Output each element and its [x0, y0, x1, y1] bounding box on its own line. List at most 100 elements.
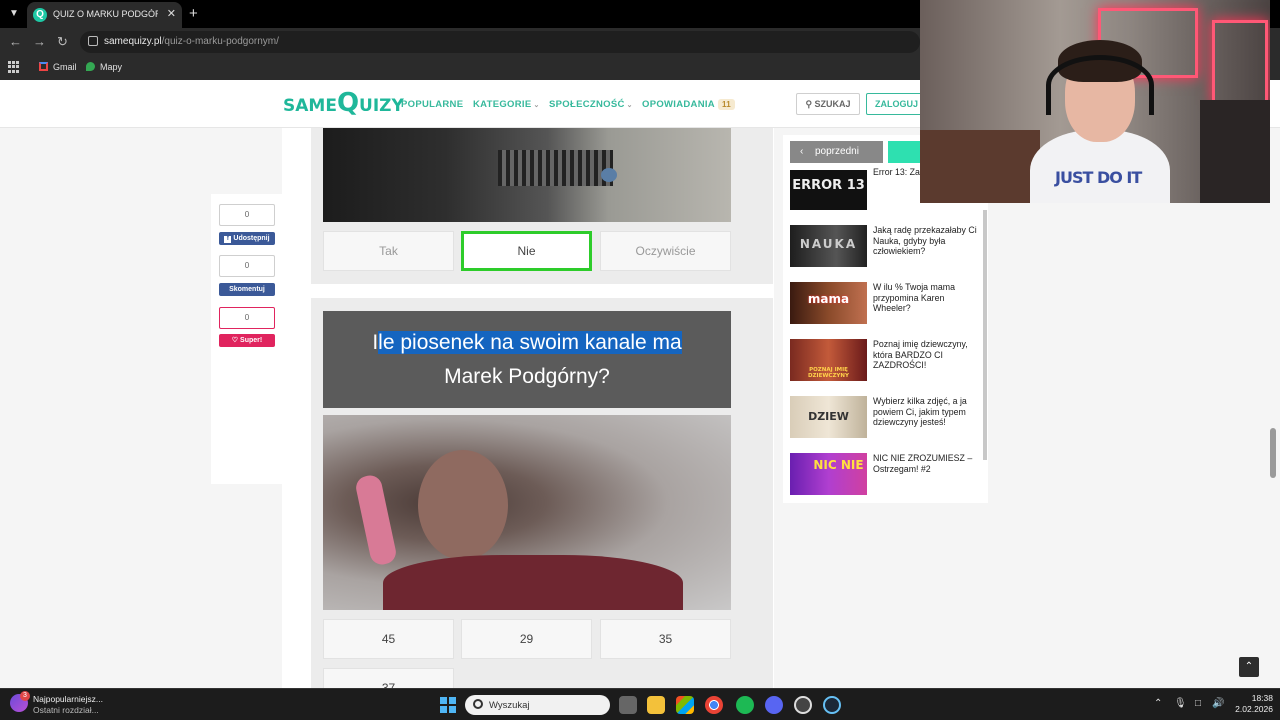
comment-button[interactable]: Skomentuj — [219, 283, 275, 296]
task-view-icon[interactable] — [619, 696, 637, 714]
question-2-image — [323, 415, 731, 610]
nav-popularne[interactable]: POPULARNE — [401, 99, 463, 110]
windows-start-icon[interactable] — [440, 697, 456, 713]
sidebar-scrollbar[interactable] — [983, 210, 987, 460]
quiz-thumbnail: mama — [790, 282, 867, 324]
thumb-label: NIC NIE — [813, 458, 864, 472]
clock-time: 18:38 — [1251, 693, 1273, 703]
taskbar-search-placeholder: Wyszukaj — [489, 700, 530, 711]
sidebar-item[interactable]: mama W ilu % Twoja mama przypomina Karen… — [790, 282, 980, 326]
microphone-icon[interactable]: 🎙 — [1174, 698, 1187, 709]
facebook-share-label: Udostępnij — [233, 235, 270, 242]
nav-spolecznosc[interactable]: SPOŁECZNOŚĆ ⌄ — [549, 99, 633, 110]
answer-tak[interactable]: Tak — [323, 231, 454, 271]
sidebar-item-title: NIC NIE ZROZUMIESZ – Ostrzegam! #2 — [873, 453, 973, 474]
sidebar-item[interactable]: POZNAJ IMIĘ DZIEWCZYNY Poznaj imię dziew… — [790, 339, 980, 383]
chevron-down-icon: ⌄ — [626, 102, 633, 109]
sidebar-item[interactable]: NIC NIE NIC NIE ZROZUMIESZ – Ostrzegam! … — [790, 453, 980, 497]
chrome-icon[interactable] — [705, 696, 723, 714]
volume-icon[interactable]: 🔊 — [1212, 698, 1224, 709]
nav-kategorie-label: KATEGORIE — [473, 99, 532, 110]
page-scrollbar-thumb[interactable] — [1270, 428, 1276, 478]
search-button[interactable]: ⚲ SZUKAJ — [796, 93, 860, 115]
webcam-neon-light — [1212, 20, 1268, 105]
webcam-shirt-logo: JUST DO IT — [1055, 168, 1142, 187]
thumb-label: POZNAJ IMIĘ DZIEWCZYNY — [807, 367, 850, 379]
forward-arrow-icon[interactable]: → — [33, 34, 46, 49]
clock-date: 2.02.2026 — [1235, 704, 1273, 714]
next-button[interactable] — [888, 141, 923, 163]
news-subtitle[interactable]: Ostatni rozdział... — [33, 705, 99, 715]
tab-title: QUIZ O MARKU PODGÓRNYM — [53, 9, 158, 19]
title-suffix: Marek Podgórny? — [444, 365, 610, 388]
super-button[interactable]: ♡ Super! — [219, 334, 275, 347]
sidebar-item[interactable]: NAUKA Jaką radę przekazałaby Ci Nauka, g… — [790, 225, 980, 269]
discord-icon[interactable] — [765, 696, 783, 714]
samequizy-favicon-icon: Q — [33, 8, 47, 22]
browser-tab[interactable]: Q QUIZ O MARKU PODGÓRNYM ✕ — [27, 2, 182, 28]
answer-35[interactable]: 35 — [600, 619, 731, 659]
sidebar-item-title: W ilu % Twoja mama przypomina Karen Whee… — [873, 282, 955, 313]
super-count: 0 — [219, 307, 275, 329]
url-domain: samequizy.pl — [104, 36, 162, 47]
samequizy-logo[interactable]: SAMEQUIZY — [283, 88, 404, 118]
sidebar-item-title: Wybierz kilka zdjęć, a ja powiem Ci, jak… — [873, 396, 967, 427]
question-2-title-box: Ile piosenek na swoim kanale ma Marek Pod… — [323, 311, 731, 408]
search-icon: ⚲ — [805, 99, 813, 109]
url-path: /quiz-o-marku-podgornym/ — [161, 36, 279, 47]
question-1-image — [323, 128, 731, 222]
answer-29[interactable]: 29 — [461, 619, 592, 659]
answer-nie-selected[interactable]: Nie — [461, 231, 592, 271]
chevron-down-icon: ⌄ — [533, 102, 540, 109]
url-field[interactable]: samequizy.pl/quiz-o-marku-podgornym/ — [80, 31, 920, 53]
answer-37[interactable]: 37 — [323, 668, 454, 688]
search-icon — [473, 699, 483, 709]
bookmark-mapy[interactable]: Mapy — [86, 62, 122, 72]
image-hand — [353, 473, 399, 567]
steam-icon[interactable] — [823, 696, 841, 714]
sidebar-item[interactable]: DZIEW Wybierz kilka zdjęć, a ja powiem C… — [790, 396, 980, 440]
facebook-icon: f — [224, 236, 232, 243]
back-arrow-icon[interactable]: ← — [9, 34, 22, 49]
nav-opowiadania[interactable]: OPOWIADANIA 11 — [642, 99, 736, 110]
login-button[interactable]: ZALOGUJ — [866, 93, 926, 115]
obs-icon[interactable] — [794, 696, 812, 714]
answer-oczywiscie[interactable]: Oczywiście — [600, 231, 731, 271]
apps-grid-icon[interactable] — [8, 61, 20, 73]
clock[interactable]: 18:38 2.02.2026 — [1233, 693, 1273, 715]
tab-search-chevron-icon[interactable]: ▼ — [6, 6, 22, 22]
quiz-thumbnail: NAUKA — [790, 225, 867, 267]
tray-chevron-up-icon[interactable]: ⌃ — [1154, 698, 1162, 709]
previous-button[interactable]: ‹ poprzedni — [790, 141, 883, 163]
question-2-title: Ile piosenek na swoim kanale ma Marek Pod… — [323, 326, 731, 394]
quiz-thumbnail: POZNAJ IMIĘ DZIEWCZYNY — [790, 339, 867, 381]
webcam-desk — [920, 130, 1040, 203]
scroll-to-top-button[interactable]: ⌃ — [1239, 657, 1259, 677]
network-icon[interactable]: □ — [1195, 698, 1201, 709]
nav-spolecznosc-label: SPOŁECZNOŚĆ — [549, 99, 625, 110]
super-label: Super! — [240, 337, 263, 344]
maps-pin-icon — [86, 62, 95, 71]
image-face — [418, 450, 508, 560]
thumb-label: DZIEW — [808, 410, 849, 423]
thumb-label: ERROR 13 — [792, 178, 865, 193]
new-tab-icon[interactable]: + — [189, 5, 198, 22]
nav-kategorie[interactable]: KATEGORIE ⌄ — [473, 99, 540, 110]
close-tab-icon[interactable]: ✕ — [167, 7, 176, 20]
image-object — [601, 168, 617, 182]
opowiadania-count-badge: 11 — [717, 99, 736, 110]
reload-icon[interactable]: ↻ — [57, 34, 68, 50]
bookmark-gmail[interactable]: Gmail — [39, 62, 77, 72]
chevron-left-icon: ‹ — [800, 146, 804, 157]
microsoft-store-icon[interactable] — [676, 696, 694, 714]
image-shirt — [383, 555, 683, 610]
facebook-share-button[interactable]: f Udostępnij — [219, 232, 275, 245]
spotify-icon[interactable] — [736, 696, 754, 714]
page-body: 0 f Udostępnij 0 Skomentuj 0 ♡ Super! Tak… — [0, 128, 1280, 688]
taskbar-search-box[interactable]: Wyszukaj — [465, 695, 610, 715]
notification-badge: 3 — [20, 691, 30, 701]
file-explorer-icon[interactable] — [647, 696, 665, 714]
news-title[interactable]: Najpopularniejsz... — [33, 694, 103, 704]
site-info-icon[interactable] — [88, 36, 98, 46]
answer-45[interactable]: 45 — [323, 619, 454, 659]
